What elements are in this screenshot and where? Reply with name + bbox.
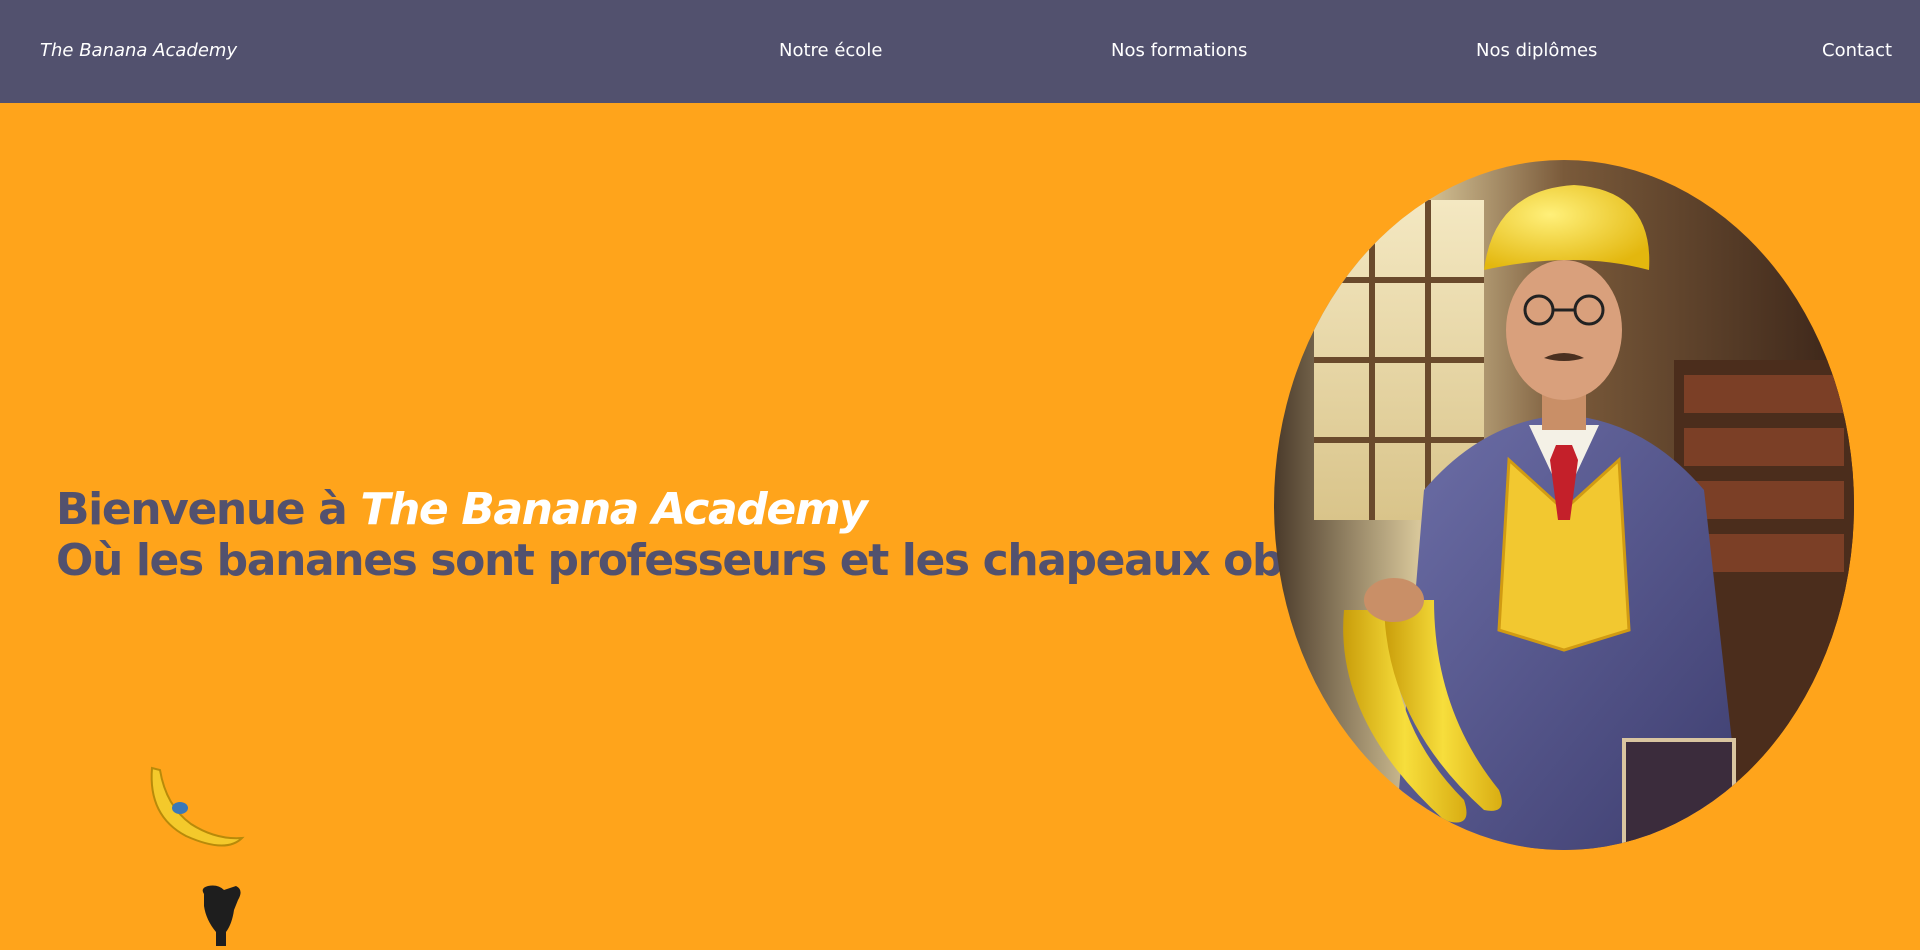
black-glove-icon: [196, 884, 246, 950]
nav-link-notre-ecole[interactable]: Notre école: [779, 39, 882, 63]
nav-link-nos-formations[interactable]: Nos formations: [1111, 39, 1247, 63]
top-navbar: The Banana Academy Notre école Nos forma…: [0, 0, 1920, 103]
nav-link-contact[interactable]: Contact: [1822, 39, 1892, 63]
falling-banana-icon: [146, 766, 246, 860]
hero-welcome-prefix: Bienvenue à: [56, 484, 361, 536]
brand-logo-link[interactable]: The Banana Academy: [40, 39, 237, 63]
hero-academy-name: The Banana Academy: [360, 484, 868, 536]
professor-portrait-image: [1274, 160, 1854, 850]
nav-link-nos-diplomes[interactable]: Nos diplômes: [1476, 39, 1597, 63]
